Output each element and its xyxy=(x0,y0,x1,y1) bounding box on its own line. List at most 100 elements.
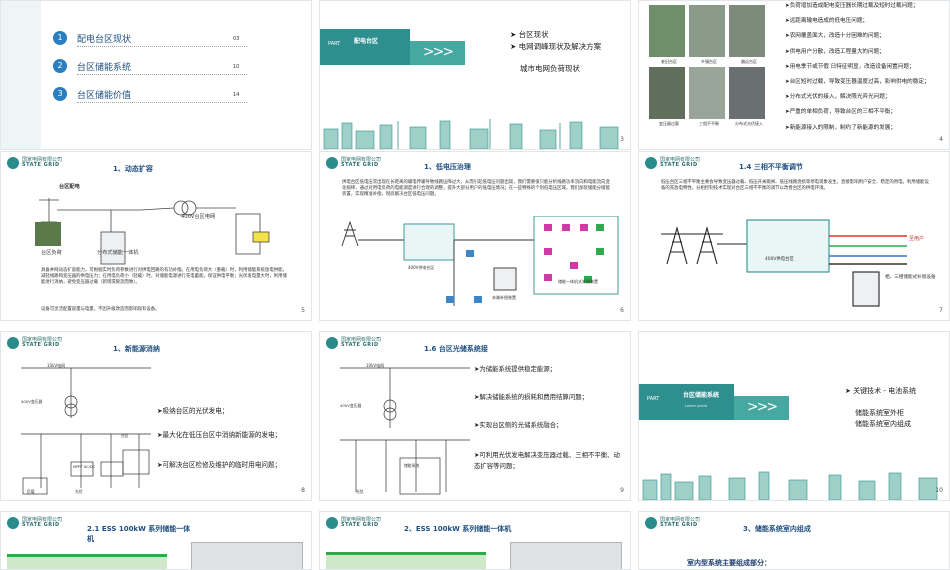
company-name-en: STATE GRID xyxy=(660,162,698,168)
part-label: PART xyxy=(328,41,341,47)
slide-contents[interactable]: 1 配电台区现状 03 2 台区储能系统 10 3 台区储能价值 14 xyxy=(0,0,312,150)
diagram-label: 400V变压器 xyxy=(340,403,362,408)
body-text: 低压台区三相不平衡主要会导致变压器过载、低压开关跳闸、低压线路烧损等停电现象发生… xyxy=(661,180,929,191)
arrows-icon: >>> xyxy=(410,41,465,65)
slide-ess-100kw-2[interactable]: 国家电网有限公司 STATE GRID 2、ESS 100kW 系列储能一体机 xyxy=(319,511,631,570)
body-text: 具备并网动态扩容能力，可根据实时负荷参数进行对供电回路的有功补偿。在用电负荷大（… xyxy=(41,268,287,285)
toc-label: 台区储能价值 xyxy=(77,91,132,101)
diagram-label: 光伏 xyxy=(75,489,83,494)
bullet-item: 城市电网负荷现状 xyxy=(520,64,580,73)
page-number: 5 xyxy=(301,307,305,314)
state-grid-logo-icon xyxy=(326,157,338,169)
section-subtitle: 室内型系统主要组成部分： xyxy=(687,559,771,567)
diagram-label: 分布式储能一体机 xyxy=(97,250,139,256)
slide-part-2[interactable]: PART 台区储能系统 Lorem public >>> ➤ 关键技术 - 电池… xyxy=(638,331,950,501)
cabinet-photo xyxy=(510,542,622,569)
slide-three-phase[interactable]: 国家电网有限公司 STATE GRID 1.4 三相不平衡调节 低压台区三相不平… xyxy=(638,151,950,321)
part-label: PART xyxy=(647,396,660,402)
arrows-icon: >>> xyxy=(734,396,789,420)
diagram-label: 相、三相储能式补偿设备 xyxy=(885,275,936,280)
section-title: 1.4 三相不平衡调节 xyxy=(739,163,803,171)
section-title: 1、新能源消纳 xyxy=(113,345,160,353)
slide-low-voltage[interactable]: 国家电网有限公司 STATE GRID 1、低电压治理 供电台区低电压常出现在长… xyxy=(319,151,631,321)
site-photo xyxy=(649,5,685,57)
spec-table xyxy=(7,554,167,569)
toc-divider xyxy=(77,102,247,103)
state-grid-logo-icon xyxy=(7,337,19,349)
cabinet-photo xyxy=(191,542,303,569)
toc-label: 配电台区现状 xyxy=(77,35,132,45)
bullet-item: 储能系统室内组成 xyxy=(855,420,911,428)
photo-caption: 偏远台区 xyxy=(741,59,757,64)
page-number: 7 xyxy=(939,307,943,314)
site-photo xyxy=(649,67,685,119)
section-title: 1、低电压治理 xyxy=(424,163,471,171)
company-name-en: STATE GRID xyxy=(22,342,60,348)
bullet-item: ➤严重的单相负荷，导致台区的三相不平衡； xyxy=(785,109,896,116)
toc-number-badge: 1 xyxy=(53,31,67,45)
page-number: 6 xyxy=(620,307,624,314)
section-title: 3、储能系统室内组成 xyxy=(743,525,811,533)
company-name-en: STATE GRID xyxy=(341,522,379,528)
section-title: 1、动态扩容 xyxy=(113,165,153,173)
toc-item[interactable]: 3 台区储能价值 14 xyxy=(53,87,253,105)
photo-caption: 变压器过载 xyxy=(659,121,679,126)
spec-table xyxy=(326,552,486,569)
company-name-en: STATE GRID xyxy=(22,162,60,168)
bullet-item: ➤供电用户分散，改造工程量大的问题； xyxy=(785,48,885,55)
toc-item[interactable]: 1 配电台区现状 03 xyxy=(53,31,253,49)
slide-indoor-system[interactable]: 国家电网有限公司 STATE GRID 3、储能系统室内组成 室内型系统主要组成… xyxy=(638,511,950,570)
diagram-label: 10kV电网 xyxy=(47,363,66,368)
expansion-diagram xyxy=(39,198,270,265)
city-skyline-icon xyxy=(642,471,938,500)
state-grid-logo-icon xyxy=(645,157,657,169)
toc-number-badge: 2 xyxy=(53,59,67,73)
state-grid-logo-icon xyxy=(7,517,19,529)
page-number: 10 xyxy=(935,487,943,494)
slide-dynamic-expansion[interactable]: 国家电网有限公司 STATE GRID 1、动态扩容 台区配电 台区负荷 分布式… xyxy=(0,151,312,321)
bullet-item: ➤台区短时过载，导致变压器温度过高，影响供电的稳定； xyxy=(785,79,930,85)
bullet-item: ➤新能源接入的限制，制约了新能源的发展； xyxy=(785,124,896,131)
diagram-label: 400V台区电网 xyxy=(181,214,216,220)
toc-item[interactable]: 2 台区储能系统 10 xyxy=(53,59,253,77)
company-name-en: STATE GRID xyxy=(341,162,379,168)
three-phase-diagram xyxy=(661,219,907,307)
site-photo xyxy=(689,5,725,57)
state-grid-logo-icon xyxy=(645,517,657,529)
bullet-item: ➤可解决台区检修及维护的临时用电问题； xyxy=(157,461,282,469)
company-name-en: STATE GRID xyxy=(660,522,698,528)
bullet-item: ➤最大化在低压台区中消纳新能源的发电； xyxy=(157,431,282,439)
bullet-item: ➤ 台区现状 xyxy=(510,30,549,39)
part-banner: PART 配电台区 xyxy=(320,29,410,65)
slide-status-photos[interactable]: 老旧台区 乡镇台区 偏远台区 变压器过载 三相不平衡 分布式光伏接入 ➤负荷增加造成配电变… xyxy=(638,0,950,150)
state-grid-logo-icon xyxy=(326,337,338,349)
photo-caption: 乡镇台区 xyxy=(701,59,717,64)
bullet-item: 储能系统室外柜 xyxy=(855,409,904,417)
diagram-label: 10kV电网 xyxy=(366,363,385,368)
slide-ess-100kw-1[interactable]: 国家电网有限公司 STATE GRID 2.1 ESS 100kW 系列储能一体… xyxy=(0,511,312,570)
bullet-item: ➤为储能系统提供稳定能源； xyxy=(474,365,557,373)
bullet-item: ➤实现台区侧的光储系统融合； xyxy=(474,421,563,429)
site-photo xyxy=(729,5,765,57)
bullet-item: ➤分布式光伏的接入，解决限光弃光问题； xyxy=(785,94,891,101)
diagram-label: 台区负荷 xyxy=(41,250,62,256)
diagram-label: 储能一体机式补偿装置 xyxy=(558,279,598,284)
part-title: 台区储能系统 xyxy=(683,392,720,399)
part-subtitle: Lorem public xyxy=(685,404,708,408)
diagram-label: 至用户 xyxy=(909,236,925,242)
page-number: 9 xyxy=(620,487,624,494)
diagram-label: 储能系统 xyxy=(404,463,420,468)
slide-pv-storage[interactable]: 国家电网有限公司 STATE GRID 1.6 台区光储系统接 10kV电网 4… xyxy=(319,331,631,501)
part-title: 配电台区 xyxy=(354,38,379,45)
bullet-item: ➤农网覆盖面大，改造十分困难的问题； xyxy=(785,33,885,40)
toc-page: 14 xyxy=(233,92,240,98)
diagram-label: 400V供电台区 xyxy=(765,257,794,262)
toc-page: 10 xyxy=(233,64,240,70)
section-title: 2.1 ESS 100kW 系列储能一体机 xyxy=(87,525,191,543)
part-banner: PART 台区储能系统 Lorem public xyxy=(639,384,734,420)
slide-part-1[interactable]: PART 配电台区 >>> ➤ 台区现状 ➤ 电网调峰现状及解决方案 城市电网负… xyxy=(319,0,631,150)
city-skyline-icon xyxy=(323,119,619,149)
bullet-item: ➤可利用光伏发电解决变压器过载、三相不平衡、动态扩容等问题； xyxy=(474,451,620,470)
toc-page: 03 xyxy=(233,36,240,42)
slide-renewable[interactable]: 国家电网有限公司 STATE GRID 1、新能源消纳 10kV电网 400V变… xyxy=(0,331,312,501)
